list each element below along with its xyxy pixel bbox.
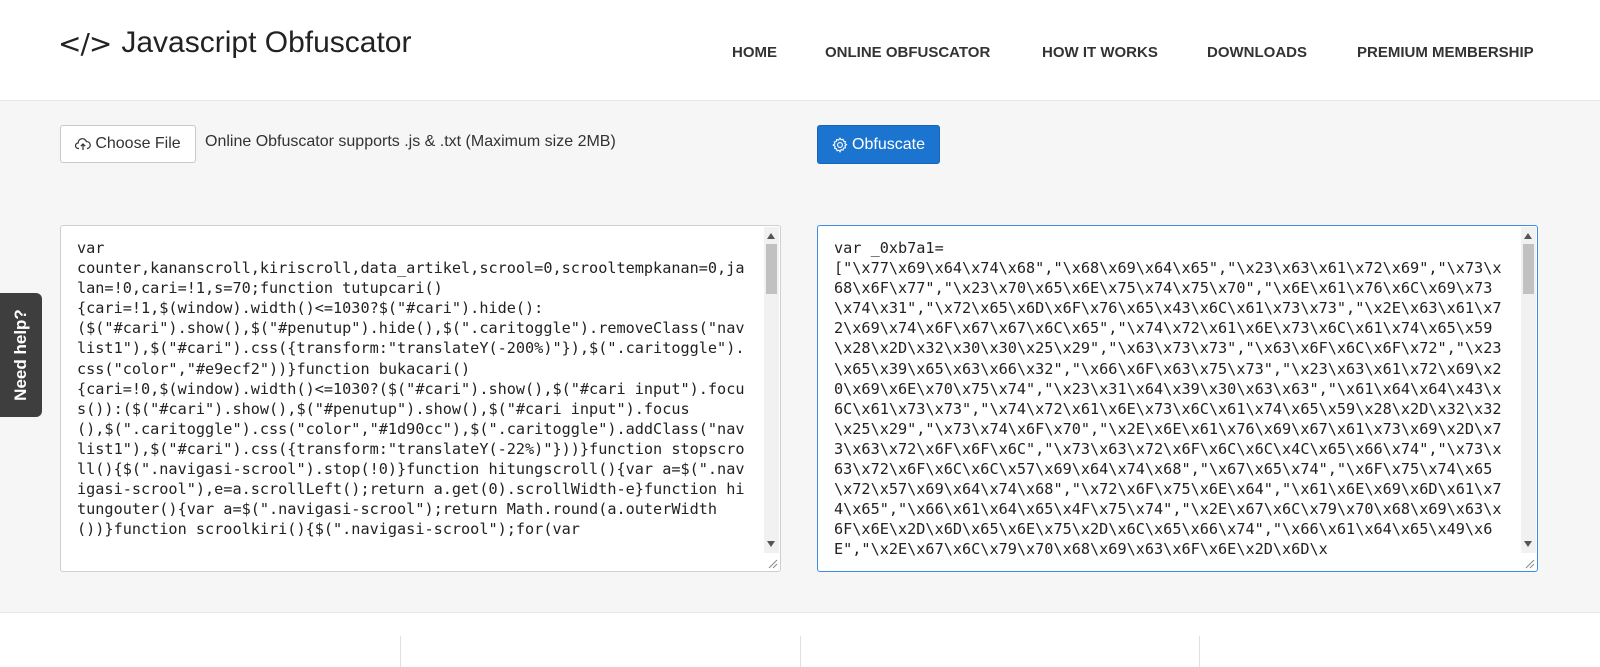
resize-grip-icon[interactable]: [766, 557, 778, 569]
obfuscate-button[interactable]: Obfuscate: [817, 125, 940, 164]
main-nav: HOME ONLINE OBFUSCATOR HOW IT WORKS DOWN…: [0, 44, 1600, 64]
output-code-textarea[interactable]: var _0xb7a1= ["\x77\x69\x64\x74\x68","\x…: [817, 225, 1538, 572]
scroll-down-arrow-icon[interactable]: [767, 541, 775, 547]
output-scrollbar[interactable]: [1521, 227, 1536, 553]
need-help-tab[interactable]: Need help?: [0, 293, 42, 417]
scroll-down-arrow-icon[interactable]: [1524, 541, 1532, 547]
footer-divider: [400, 636, 401, 667]
scroll-up-arrow-icon[interactable]: [767, 233, 775, 239]
gear-icon: [832, 136, 848, 153]
footer-divider: [1199, 636, 1200, 667]
nav-how-it-works[interactable]: HOW IT WORKS: [1042, 44, 1158, 61]
input-scrollbar[interactable]: [764, 227, 779, 553]
site-header: </> Javascript Obfuscator HOME ONLINE OB…: [0, 0, 1600, 101]
output-code-text: var _0xb7a1= ["\x77\x69\x64\x74\x68","\x…: [834, 239, 1502, 559]
scroll-thumb[interactable]: [766, 244, 777, 294]
input-code-textarea[interactable]: var counter,kananscroll,kiriscroll,data_…: [60, 225, 781, 572]
resize-grip-icon[interactable]: [1523, 557, 1535, 569]
scroll-thumb[interactable]: [1523, 244, 1534, 294]
input-code-text: var counter,kananscroll,kiriscroll,data_…: [77, 239, 745, 539]
obfuscator-panel: Choose File Online Obfuscator supports .…: [0, 101, 1600, 613]
nav-online-obfuscator[interactable]: ONLINE OBFUSCATOR: [825, 44, 990, 61]
obfuscate-label: Obfuscate: [852, 135, 925, 153]
choose-file-label: Choose File: [95, 135, 181, 152]
file-support-text: Online Obfuscator supports .js & .txt (M…: [205, 133, 616, 150]
footer-divider: [800, 636, 801, 667]
cloud-upload-icon: [75, 138, 92, 150]
choose-file-button[interactable]: Choose File: [60, 125, 196, 163]
need-help-label: Need help?: [11, 309, 30, 401]
scroll-up-arrow-icon[interactable]: [1524, 233, 1532, 239]
nav-downloads[interactable]: DOWNLOADS: [1207, 44, 1307, 61]
nav-home[interactable]: HOME: [732, 44, 777, 61]
nav-premium-membership[interactable]: PREMIUM MEMBERSHIP: [1357, 44, 1534, 61]
